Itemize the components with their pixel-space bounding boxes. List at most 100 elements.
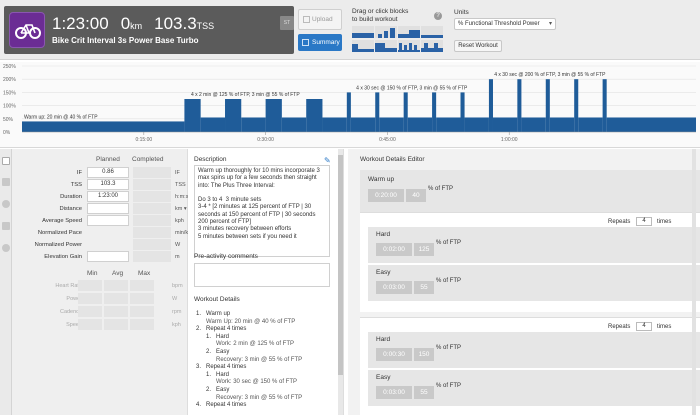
step-easy[interactable]: Easy 0:03:00 55 % of FTP [368, 265, 700, 301]
workout-bar [464, 117, 489, 132]
block-intervals-b[interactable] [375, 40, 397, 52]
completed-elevation-input[interactable] [133, 251, 171, 262]
avg-header: Avg [112, 270, 124, 277]
planned-tss-input[interactable]: 103.3 [87, 179, 129, 190]
stat-row-duration: Duration 1:23:00 h:m:s [60, 191, 189, 202]
pre-activity-textarea[interactable] [194, 263, 330, 287]
editor-scrollbar[interactable] [692, 149, 696, 415]
block-ramp-up[interactable] [375, 26, 397, 38]
step-warmup[interactable]: Warm up 0:20:00 40 % of FTP [360, 170, 700, 212]
list-item: 1. Hard [206, 371, 230, 378]
description-textarea[interactable]: Warm up thoroughly for 10 mins incorpora… [194, 165, 330, 257]
mam-row-cadence: Cadence rpm [12, 306, 188, 318]
description-scrollbar[interactable] [338, 149, 343, 415]
block-intervals-a[interactable] [352, 40, 374, 52]
block-intervals-d[interactable] [421, 40, 443, 52]
distance-unit-select[interactable]: km ▾ [175, 206, 187, 212]
stat-row-norm-pace: Normalized Pace min/km [12, 227, 193, 239]
stat-row-avg-speed: Average Speed kph [12, 215, 188, 227]
completed-duration-input[interactable] [133, 191, 171, 202]
planned-elevation-input[interactable] [87, 251, 129, 262]
hard-time-input[interactable]: 0:02:00 [376, 243, 412, 256]
planned-duration-input[interactable]: 1:23:00 [87, 191, 129, 202]
warmup-pct-input[interactable]: 40 [406, 189, 426, 202]
step-easy[interactable]: Easy 0:03:00 55 % of FTP [368, 370, 700, 406]
stat-row-tss: TSS 103.3 TSS [70, 179, 186, 190]
workout-bar [606, 117, 696, 132]
upload-button[interactable]: Upload [298, 9, 342, 30]
list-item: 2. Repeat 4 times [196, 326, 247, 333]
block-ramp-down[interactable] [421, 26, 443, 38]
completed-avg-speed-input[interactable] [133, 215, 171, 226]
completed-tss-input[interactable] [133, 179, 171, 190]
workout-bar [517, 79, 522, 132]
completed-distance-input[interactable] [133, 203, 171, 214]
chart-icon[interactable] [2, 178, 10, 186]
paperclip-icon[interactable]: ✎ [324, 156, 331, 165]
workout-details-list: 1. Warm up Warm Up: 20 min @ 40 % of FTP … [196, 311, 302, 410]
stat-row-if: IF 0.86 IF [76, 167, 180, 178]
workout-bar [265, 99, 282, 132]
easy-pct-input[interactable]: 55 [414, 281, 434, 294]
workout-bar [306, 99, 323, 132]
list-item: 2. Easy [206, 386, 230, 393]
workout-type-badge[interactable]: ST [280, 16, 294, 30]
completed-norm-power-input[interactable] [133, 239, 171, 250]
description-title: Description [194, 156, 227, 163]
workout-profile-chart[interactable]: 250% 200% 150% 100% 50% 0% 0:15:00 0:30:00 0:45:… [0, 62, 700, 148]
completed-if-input[interactable] [133, 167, 171, 178]
repeat-block-1: Repeats 4 times Hard 0:02:00 125 % of FT… [360, 212, 700, 312]
workout-bar [602, 79, 607, 132]
repeat-count-input[interactable]: 4 [636, 217, 652, 226]
planned-avg-speed-input[interactable] [87, 215, 129, 226]
tss-value: 103.3 [154, 14, 197, 33]
summary-button[interactable]: Summary [298, 34, 342, 51]
planned-distance-input[interactable] [87, 203, 129, 214]
chart-annotation: 4 x 30 sec @ 150 % of FTP, 3 min @ 55 % … [356, 85, 468, 91]
distance-unit: km [130, 21, 143, 31]
y-tick-label: 0% [3, 130, 11, 136]
edit-icon[interactable] [2, 222, 10, 230]
info-icon[interactable] [2, 244, 10, 252]
help-icon[interactable]: ? [434, 12, 442, 20]
repeat-count-input[interactable]: 4 [636, 322, 652, 331]
easy-time-input[interactable]: 0:03:00 [376, 281, 412, 294]
step-hard[interactable]: Hard 0:02:00 125 % of FTP [368, 227, 700, 263]
document-icon[interactable] [2, 157, 10, 165]
heart-icon[interactable] [2, 200, 10, 208]
completed-norm-pace-input[interactable] [133, 227, 171, 238]
block-two-step[interactable] [398, 26, 420, 38]
block-steady[interactable] [352, 26, 374, 38]
chart-annotation: 4 x 2 min @ 125 % of FTP, 3 min @ 55 % o… [191, 92, 300, 98]
bike-icon [9, 12, 45, 48]
hard-pct-input[interactable]: 150 [414, 348, 434, 361]
x-tick-label: 0:45:00 [379, 137, 396, 143]
step-hard[interactable]: Hard 0:00:30 150 % of FTP [368, 332, 700, 368]
drag-blocks-label: Drag or click blocks to build workout [352, 8, 409, 23]
description-panel: Description ✎ Warm up thoroughly for 10 … [188, 149, 344, 415]
workout-bar [549, 117, 575, 132]
workout-profile-svg: 250% 200% 150% 100% 50% 0% 0:15:00 0:30:00 0:45:… [3, 64, 696, 143]
list-item: Recovery: 3 min @ 55 % of FTP [216, 394, 303, 401]
units-label: Units [454, 9, 469, 16]
completed-header: Completed [132, 156, 164, 163]
workout-bar [407, 117, 433, 132]
summary-icon [302, 39, 309, 46]
block-intervals-c[interactable] [398, 40, 420, 52]
stat-row-elevation: Elevation Gain m [12, 251, 188, 263]
hard-time-input[interactable]: 0:00:30 [376, 348, 412, 361]
units-select[interactable]: % Functional Threshold Power ▾ [454, 18, 556, 30]
easy-pct-input[interactable]: 55 [414, 386, 434, 399]
stat-row-distance: Distance km ▾ [12, 203, 188, 215]
workout-bar [241, 117, 266, 132]
list-item: Recovery: 3 min @ 55 % of FTP [216, 356, 303, 363]
chart-annotation: 4 x 30 sec @ 200 % of FTP, 3 min @ 55 % … [494, 72, 606, 78]
repeat-block-2: Repeats 4 times Hard 0:00:30 150 % of FT… [360, 317, 700, 415]
warmup-time-input[interactable]: 0:20:00 [368, 189, 404, 202]
easy-time-input[interactable]: 0:03:00 [376, 386, 412, 399]
hard-pct-input[interactable]: 125 [414, 243, 434, 256]
max-header: Max [138, 270, 151, 277]
duration-value: 1:23:00 [52, 14, 109, 33]
reset-workout-button[interactable]: Reset Workout [454, 40, 502, 52]
planned-if-input[interactable]: 0.86 [87, 167, 129, 178]
